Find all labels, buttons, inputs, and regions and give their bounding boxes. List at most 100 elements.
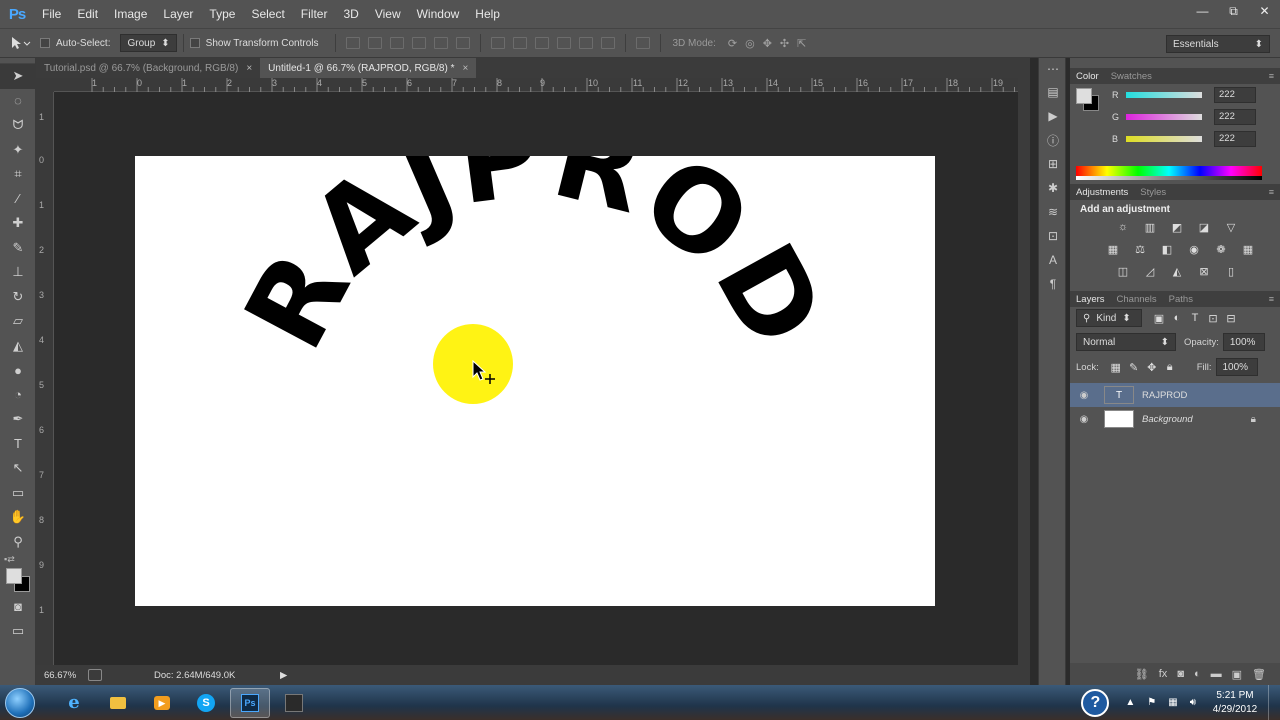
quick-mask-icon[interactable]: ◙ <box>0 594 36 619</box>
move-tool-preset-icon[interactable] <box>0 36 40 50</box>
black-white-icon[interactable]: ◧ <box>1158 241 1176 257</box>
invert-icon[interactable]: ◫ <box>1114 263 1132 279</box>
color-lookup-icon[interactable]: ▦ <box>1239 241 1257 257</box>
scale-3d-icon[interactable]: ⇱ <box>797 37 806 50</box>
screen-mode-icon[interactable]: ▭ <box>0 619 36 644</box>
ruler-corner[interactable] <box>36 78 54 92</box>
filter-type-icon[interactable]: T <box>1186 310 1204 326</box>
crop-tool-icon[interactable]: ⌗ <box>0 162 36 187</box>
menu-image[interactable]: Image <box>106 0 155 28</box>
panel-menu-icon[interactable]: ≡ <box>1269 71 1274 81</box>
tab-channels[interactable]: Channels <box>1111 294 1163 305</box>
minimize-button[interactable]: — <box>1187 0 1218 22</box>
dodge-tool-icon[interactable]: ◔ <box>0 383 36 408</box>
align-hcenter-icon[interactable] <box>433 37 448 49</box>
properties-icon[interactable]: ⊞ <box>1039 152 1067 176</box>
align-vcenter-icon[interactable] <box>367 37 382 49</box>
path-select-tool-icon[interactable]: ↖ <box>0 456 36 481</box>
healing-brush-tool-icon[interactable]: ✚ <box>0 211 36 236</box>
link-layers-icon[interactable]: ⛓ <box>1135 668 1149 681</box>
distribute-right-icon[interactable] <box>600 37 615 49</box>
slider-track[interactable] <box>1126 136 1202 142</box>
opacity-input[interactable]: 100% <box>1222 333 1265 351</box>
help-icon[interactable]: ? <box>1081 688 1110 717</box>
history-brush-tool-icon[interactable]: ↻ <box>0 285 36 310</box>
photo-filter-icon[interactable]: ◉ <box>1185 241 1203 257</box>
hand-tool-icon[interactable]: ✋ <box>0 505 36 530</box>
roll-icon[interactable]: ◎ <box>745 37 755 50</box>
panel-grip[interactable] <box>1070 58 1280 68</box>
close-icon[interactable]: × <box>462 63 468 74</box>
tab-tutorial[interactable]: Tutorial.psd @ 66.7% (Background, RGB/8)… <box>36 58 260 78</box>
photoshop-taskbar-icon[interactable]: Ps <box>230 687 270 718</box>
tab-styles[interactable]: Styles <box>1134 187 1172 198</box>
lasso-tool-icon[interactable]: ᗢ <box>0 113 36 138</box>
foreground-color-swatch[interactable] <box>1076 88 1092 104</box>
zoom-tool-icon[interactable]: ⚲ <box>0 530 36 555</box>
rectangle-tool-icon[interactable]: ▭ <box>0 481 36 506</box>
menu-file[interactable]: File <box>34 0 69 28</box>
type-tool-icon[interactable]: T <box>0 432 36 457</box>
info-icon[interactable]: ⓘ <box>1039 128 1067 152</box>
arc-text-layer[interactable]: RAJPROD <box>135 156 935 606</box>
vibrance-icon[interactable]: ▽ <box>1222 219 1240 235</box>
show-hidden-icons-icon[interactable]: ▲ <box>1125 697 1135 708</box>
filter-shape-icon[interactable]: ⊡ <box>1204 310 1222 326</box>
eye-icon[interactable]: ◉ <box>1074 390 1094 401</box>
hue-saturation-icon[interactable]: ▦ <box>1104 241 1122 257</box>
eye-icon[interactable]: ◉ <box>1074 414 1094 425</box>
align-top-icon[interactable] <box>345 37 360 49</box>
menu-select[interactable]: Select <box>243 0 292 28</box>
pen-tool-icon[interactable]: ✒ <box>0 407 36 432</box>
new-adjustment-icon[interactable]: ◐ <box>1194 668 1201 680</box>
menu-layer[interactable]: Layer <box>155 0 201 28</box>
vertical-scrollbar[interactable] <box>1018 78 1030 665</box>
ruler-left[interactable]: 1 0 1 2 3 4 5 6 7 8 9 1 <box>36 92 54 665</box>
menu-window[interactable]: Window <box>409 0 468 28</box>
new-layer-icon[interactable]: ▣ <box>1232 668 1242 681</box>
doc-info-icon[interactable] <box>88 669 102 681</box>
distribute-left-icon[interactable] <box>556 37 571 49</box>
app-taskbar-icon[interactable] <box>274 688 314 718</box>
tab-swatches[interactable]: Swatches <box>1105 71 1158 82</box>
brush-panel-icon[interactable]: ✱ <box>1039 176 1067 200</box>
quick-select-tool-icon[interactable]: ✦ <box>0 138 36 163</box>
channel-value[interactable]: 222 <box>1214 87 1256 103</box>
show-desktop-button[interactable] <box>1268 685 1280 720</box>
new-group-icon[interactable]: ▬ <box>1211 668 1222 680</box>
menu-3d[interactable]: 3D <box>335 0 366 28</box>
fx-icon[interactable]: fx <box>1159 668 1168 680</box>
distribute-vcenter-icon[interactable] <box>512 37 527 49</box>
workspace-switcher[interactable]: Essentials ⬍ <box>1166 35 1270 53</box>
brightness-contrast-icon[interactable]: ☼ <box>1114 219 1132 235</box>
layer-row-rajprod[interactable]: ◉ T RAJPROD <box>1070 383 1280 407</box>
add-mask-icon[interactable]: ◙ <box>1177 668 1184 680</box>
character-icon[interactable]: A <box>1039 248 1067 272</box>
foreground-color-swatch[interactable] <box>6 568 22 584</box>
tab-paths[interactable]: Paths <box>1163 294 1199 305</box>
eyedropper-tool-icon[interactable]: ⁄ <box>0 187 36 212</box>
ie-taskbar-icon[interactable]: e <box>54 688 94 718</box>
actions-icon[interactable]: ▶ <box>1039 104 1067 128</box>
channel-value[interactable]: 222 <box>1214 131 1256 147</box>
tab-color[interactable]: Color <box>1070 71 1105 82</box>
tab-adjustments[interactable]: Adjustments <box>1070 187 1134 198</box>
close-icon[interactable]: × <box>246 63 252 74</box>
auto-align-icon[interactable] <box>635 37 650 49</box>
align-bottom-icon[interactable] <box>389 37 404 49</box>
paragraph-icon[interactable]: ¶ <box>1039 272 1067 296</box>
default-colors-icon[interactable]: ▪⇄ <box>4 554 15 565</box>
orbit-icon[interactable]: ⟳ <box>728 37 737 50</box>
media-player-taskbar-icon[interactable]: ▶ <box>142 688 182 718</box>
threshold-icon[interactable]: ◭ <box>1168 263 1186 279</box>
panel-menu-icon[interactable]: ≡ <box>1269 187 1274 197</box>
layer-row-background[interactable]: ◉ Background 🔒︎ <box>1070 407 1280 431</box>
menu-help[interactable]: Help <box>467 0 508 28</box>
start-button[interactable] <box>0 685 40 720</box>
levels-icon[interactable]: ▥ <box>1141 219 1159 235</box>
action-center-icon[interactable]: ⚑ <box>1147 697 1156 708</box>
delete-layer-icon[interactable]: 🗑︎ <box>1252 668 1266 681</box>
pan-3d-icon[interactable]: ✥ <box>763 37 772 50</box>
clone-source-icon[interactable]: ⊡ <box>1039 224 1067 248</box>
brush-presets-icon[interactable]: ≋ <box>1039 200 1067 224</box>
